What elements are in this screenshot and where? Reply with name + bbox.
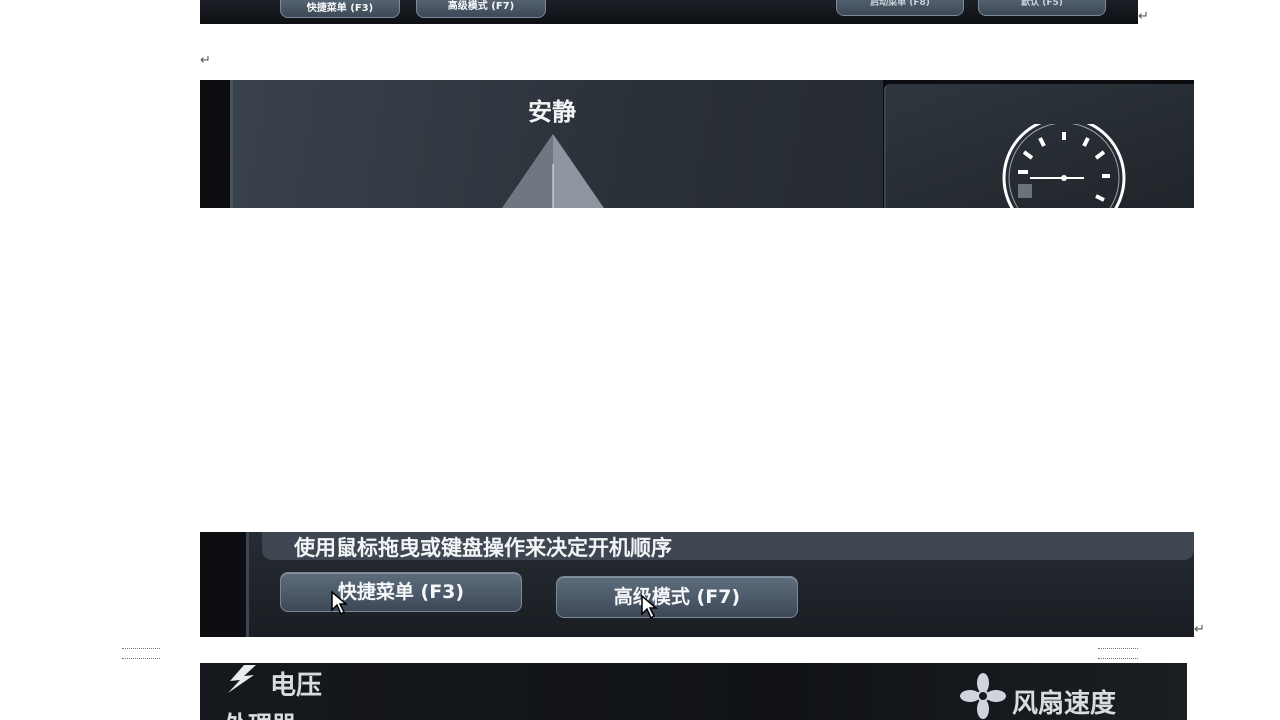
paragraph-mark: ↵ — [200, 53, 211, 68]
paragraph-mark: ↵ — [1138, 9, 1149, 24]
default-button[interactable]: 默认 (F5) — [978, 0, 1106, 16]
advanced-mode-button[interactable]: 高级模式 (F7) — [556, 576, 798, 618]
mouse-cursor-icon — [331, 590, 348, 616]
paragraph-mark: ↵ — [1194, 622, 1205, 637]
fan-speed-label: 风扇速度 — [1012, 689, 1117, 719]
fan-icon — [960, 673, 1006, 719]
advanced-mode-button[interactable]: 高级模式 (F7) — [416, 0, 546, 18]
table-border-mark — [122, 658, 160, 659]
bios-screenshot-4: 电压 处理器 风扇速度 — [200, 663, 1187, 720]
speed-gauge-icon — [1002, 124, 1126, 208]
bios-screenshot-1: 快捷菜单 (F3) 高级模式 (F7) 启动菜单 (F8) 默认 (F5) — [200, 0, 1138, 24]
mode-label: 安静 — [528, 98, 576, 126]
processor-label: 处理器 — [224, 705, 296, 720]
boot-menu-button[interactable]: 启动菜单 (F8) — [836, 0, 964, 16]
voltage-label: 电压 — [270, 671, 323, 701]
mode-pointer-icon — [502, 134, 604, 208]
boot-order-instruction: 使用鼠标拖曳或键盘操作来决定开机顺序 — [294, 536, 672, 560]
mouse-cursor-icon — [641, 594, 658, 620]
bios-screenshot-2: 安静 — [200, 80, 1194, 208]
quick-menu-button[interactable]: 快捷菜单 (F3) — [280, 572, 522, 612]
bios-screenshot-3: 使用鼠标拖曳或键盘操作来决定开机顺序 快捷菜单 (F3) 高级模式 (F7) — [200, 532, 1194, 637]
quick-menu-button[interactable]: 快捷菜单 (F3) — [280, 0, 400, 18]
table-border-mark — [122, 648, 160, 649]
lightning-icon — [228, 665, 256, 693]
table-border-mark — [1098, 648, 1138, 649]
table-border-mark — [1098, 658, 1138, 659]
